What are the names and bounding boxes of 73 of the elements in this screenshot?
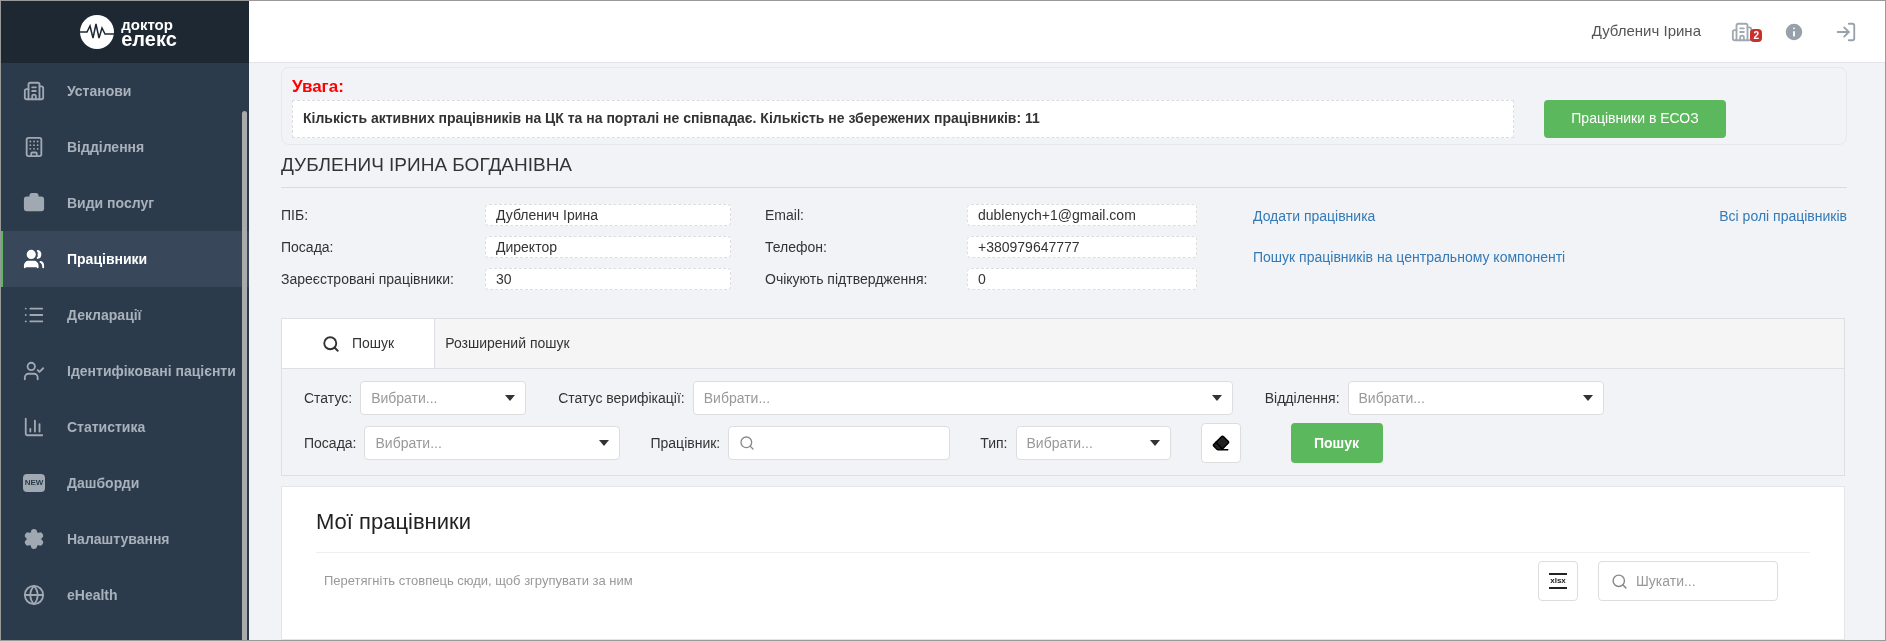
sidebar-item[interactable]: Відділення <box>1 119 249 175</box>
field-label: Очікують підтвердження: <box>765 269 929 289</box>
employee-name-heading: ДУБЛЕНИЧ ІРИНА БОГДАНІВНА <box>281 150 1847 188</box>
search-tab[interactable]: Пошук <box>282 319 436 368</box>
caret-icon <box>1582 395 1593 401</box>
caret-icon <box>1149 440 1160 446</box>
sidebar-item[interactable]: Працівники <box>1 231 249 287</box>
user-check-icon <box>23 360 45 382</box>
search-tab[interactable]: Розширений пошук <box>435 319 580 368</box>
filter-label: Відділення: <box>1264 388 1340 408</box>
office-building-icon <box>23 136 45 158</box>
field-label: Посада: <box>281 237 335 257</box>
briefcase-icon <box>23 192 45 214</box>
select-field[interactable]: Вибрати... <box>1347 381 1604 415</box>
select-field[interactable]: Вибрати... <box>364 426 621 460</box>
info-icon[interactable] <box>1783 20 1805 43</box>
employees-title: Мої працівники <box>316 505 1810 553</box>
alert-title: Увага: <box>292 76 345 98</box>
search-icon <box>322 334 340 353</box>
all-roles-link[interactable]: Всі ролі працівників <box>1719 206 1847 227</box>
sidebar-item[interactable]: Декларації <box>1 287 249 343</box>
field-value: dublenych+1@gmail.com <box>967 204 1197 226</box>
caret-icon <box>1211 395 1222 401</box>
logo[interactable]: доктор елекс <box>1 1 249 63</box>
search-icon <box>1611 572 1628 590</box>
clear-filters-button[interactable] <box>1200 423 1241 463</box>
sidebar-item[interactable]: Статистика <box>1 399 249 455</box>
export-button[interactable]: xlsx <box>1538 561 1578 601</box>
filter-label: Тип: <box>980 433 1008 453</box>
logo-text: доктор <box>121 17 174 32</box>
logo-text: елекс <box>121 32 177 47</box>
sidebar-item[interactable]: Ідентифіковані пацієнти <box>1 343 249 399</box>
field-label: Зареєстровані працівники: <box>281 269 455 289</box>
caret-icon <box>599 440 610 446</box>
select-field[interactable]: Вибрати... <box>360 381 527 415</box>
search-icon <box>739 435 756 451</box>
buildings-icon[interactable] <box>1731 20 1753 43</box>
group-hint: Перетягніть стовпець сюди, щоб згрупувати за ним <box>323 572 634 591</box>
user-name[interactable]: Дубленич Ірина <box>1591 20 1701 43</box>
alert-message: Кількість активних працівників на ЦК та на порталі не співпадає. Кількість не збережених працівників: 11 <box>292 99 1514 138</box>
sidebar-item[interactable]: Налаштування <box>1 511 249 567</box>
table-search-field[interactable]: Шукати... <box>1598 561 1778 601</box>
new-badge-icon: NEW <box>23 474 45 492</box>
sidebar-item[interactable]: eHealth <box>1 567 249 623</box>
field-value: Директор <box>485 236 731 258</box>
filter-label: Посада: <box>304 433 357 453</box>
bar-chart-icon <box>23 416 45 438</box>
field-label: Email: <box>765 205 805 225</box>
search-field[interactable] <box>728 426 951 460</box>
select-field[interactable]: Вибрати... <box>1015 426 1171 460</box>
field-label: ПІБ: <box>281 205 310 225</box>
field-value: Дубленич Ірина <box>485 204 731 226</box>
buildings-icon <box>23 80 45 102</box>
caret-icon <box>505 395 516 401</box>
eraser-icon <box>1211 434 1230 452</box>
sidebar-item[interactable]: NEW Дашборди <box>1 455 249 511</box>
sidebar-item[interactable]: Види послуг <box>1 175 249 231</box>
notification-badge: 2 <box>1750 28 1762 42</box>
people-icon <box>23 248 45 270</box>
field-value: 0 <box>967 268 1197 290</box>
central-search-link[interactable]: Пошук працівників на центральному компоненті <box>1253 247 1720 268</box>
globe-icon <box>23 584 45 606</box>
select-field[interactable]: Вибрати... <box>692 381 1233 415</box>
field-value: +380979647777 <box>967 236 1197 258</box>
filter-label: Статус верифікації: <box>558 388 685 408</box>
logout-icon[interactable] <box>1835 20 1857 43</box>
scrollbar[interactable] <box>242 111 247 640</box>
filter-label: Статус: <box>304 388 353 408</box>
field-label: Телефон: <box>765 237 828 257</box>
sidebar-item[interactable]: Установи <box>1 63 249 119</box>
field-value: 30 <box>485 268 731 290</box>
filter-label: Працівник: <box>650 433 721 453</box>
add-employee-link[interactable]: Додати працівника <box>1253 206 1720 227</box>
